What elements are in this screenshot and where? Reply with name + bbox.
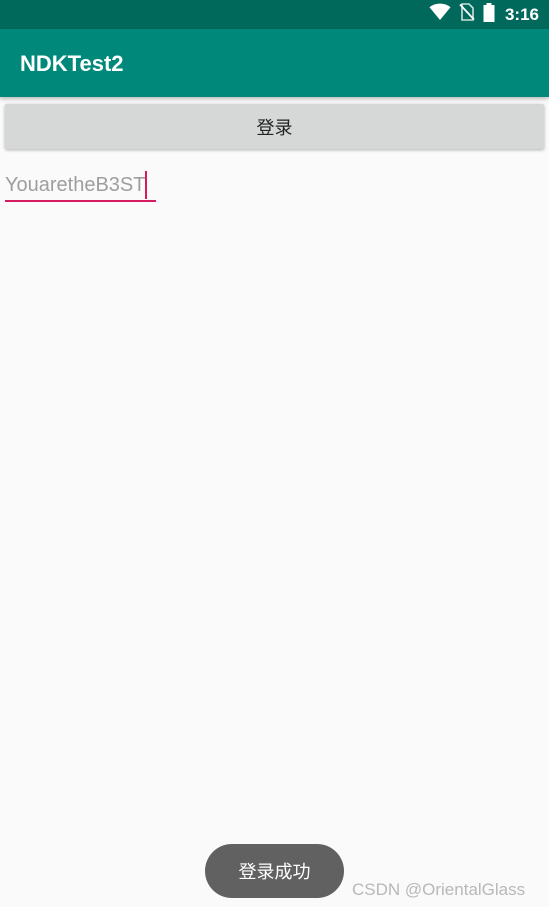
status-bar: 3:16 [0,0,549,29]
text-input-field[interactable]: YouaretheB3ST [5,168,148,202]
app-title: NDKTest2 [20,51,124,76]
battery-icon [483,2,495,27]
app-bar: NDKTest2 [0,29,549,97]
toast-message: 登录成功 [205,844,344,898]
no-sim-icon [459,3,475,26]
wifi-icon [429,3,451,26]
watermark: CSDN @OrientalGlass [352,880,526,899]
text-input-value: YouaretheB3ST [5,173,146,196]
login-button[interactable]: 登录 [5,104,544,149]
status-icons: 3:16 [429,0,539,29]
text-input-underline [5,200,156,202]
text-cursor [145,171,148,199]
status-time: 3:16 [504,4,539,24]
login-button-label: 登录 [256,117,293,139]
toast-text: 登录成功 [238,862,311,883]
